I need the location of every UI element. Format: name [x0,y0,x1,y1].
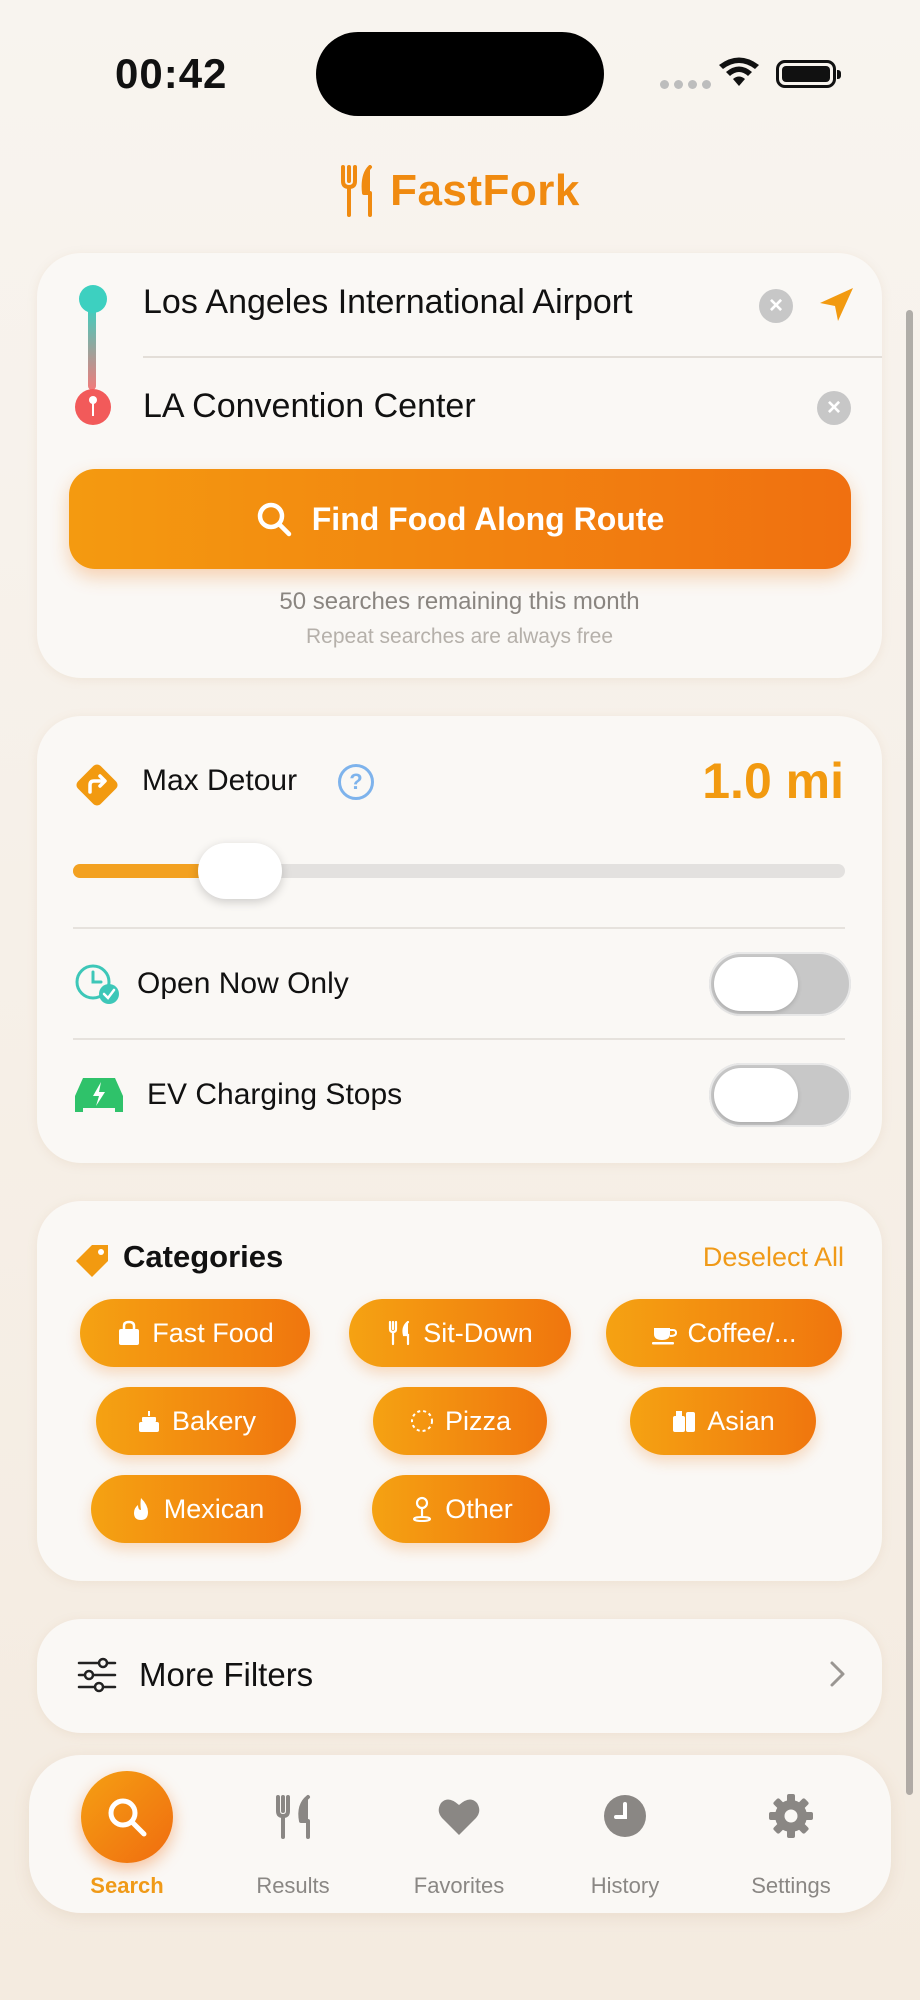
categories-card: Categories Deselect All Fast Food Sit-Do… [37,1201,882,1581]
category-chip-bakery[interactable]: Bakery [96,1387,296,1455]
help-icon[interactable]: ? [338,764,374,800]
chevron-right-icon [830,1661,845,1687]
search-icon [257,502,291,537]
tag-icon [76,1245,108,1277]
flame-icon [133,1498,148,1520]
tab-label: Favorites [413,1873,505,1898]
tab-label: Settings [751,1873,831,1898]
clock-check-icon [75,964,119,1004]
close-icon: × [826,394,841,421]
tab-history[interactable]: History [542,1755,708,1913]
category-chip-other[interactable]: Other [372,1475,550,1543]
ev-charging-label: EV Charging Stops [147,1078,403,1111]
tab-label: Search [90,1873,164,1898]
cellular-signal-icon [660,80,711,89]
bag-icon [119,1320,140,1345]
tab-search[interactable]: Search [44,1755,210,1913]
detour-icon [76,764,118,806]
pin-icon [413,1496,432,1522]
find-food-button[interactable]: Find Food Along Route [69,469,851,569]
close-icon: × [768,292,783,319]
gear-icon [769,1794,813,1838]
origin-dot-icon [79,285,107,313]
fork-knife-icon [276,1795,310,1839]
takeout-icon [673,1411,696,1432]
tab-results[interactable]: Results [210,1755,376,1913]
open-now-toggle[interactable] [709,952,851,1016]
sliders-icon [77,1657,117,1693]
dynamic-island [316,32,604,116]
current-location-icon[interactable] [816,285,856,325]
category-chip-mexican[interactable]: Mexican [91,1475,301,1543]
open-now-row: Open Now Only [73,944,851,1024]
tab-label: Results [256,1873,330,1898]
tab-favorites[interactable]: Favorites [376,1755,542,1913]
ev-car-icon [75,1078,123,1112]
wifi-icon [719,57,759,86]
fork-knife-icon [389,1320,410,1346]
category-chip-sit-down[interactable]: Sit-Down [349,1299,571,1367]
clear-origin-button[interactable]: × [759,289,793,323]
cup-icon [652,1328,678,1345]
route-divider [143,356,882,358]
category-chip-coffee[interactable]: Coffee/... [606,1299,842,1367]
detour-value: 1.0 mi [702,753,844,809]
pizza-icon [410,1410,433,1432]
detour-card: Max Detour ? 1.0 mi Open Now Only EV Cha… [37,716,882,1163]
categories-title: Categories [123,1239,284,1274]
destination-input[interactable] [143,387,783,426]
max-detour-label: Max Detour [142,764,298,797]
fork-knife-icon [341,165,373,217]
ev-charging-row: EV Charging Stops [73,1055,851,1135]
open-now-label: Open Now Only [137,967,349,1000]
more-filters-button[interactable]: More Filters [37,1619,882,1733]
scrollbar[interactable] [906,310,913,1795]
detour-slider-thumb[interactable] [197,843,282,899]
ev-charging-toggle[interactable] [709,1063,851,1127]
divider [73,1038,845,1040]
app-logo: FastFork [0,165,920,217]
app-name: FastFork [390,166,580,215]
category-chip-fast-food[interactable]: Fast Food [80,1299,310,1367]
clear-destination-button[interactable]: × [817,391,851,425]
more-filters-label: More Filters [139,1656,314,1693]
category-chip-pizza[interactable]: Pizza [373,1387,547,1455]
tab-label: History [590,1873,660,1898]
cake-icon [138,1411,159,1432]
tab-bar: Search Results Favorites History Setting… [29,1755,891,1913]
origin-input[interactable] [143,283,733,322]
search-icon [108,1798,147,1837]
status-time: 00:42 [115,50,228,97]
status-bar: 00:42 [0,0,920,150]
deselect-all-button[interactable]: Deselect All [703,1242,844,1273]
divider [73,927,845,929]
find-food-label: Find Food Along Route [311,500,665,537]
heart-icon [438,1799,480,1835]
category-chip-asian[interactable]: Asian [630,1387,816,1455]
tab-settings[interactable]: Settings [708,1755,874,1913]
route-connector [88,308,96,390]
detour-slider-track[interactable] [73,864,845,878]
clock-icon [604,1795,646,1837]
search-tab-bubble [81,1771,173,1863]
searches-remaining: 50 searches remaining this month [279,588,640,615]
route-card: × × Find Food Along Route 50 searches re… [37,253,882,678]
repeat-search-note: Repeat searches are always free [306,625,613,648]
destination-pin-icon [75,389,111,425]
battery-icon [776,60,841,88]
